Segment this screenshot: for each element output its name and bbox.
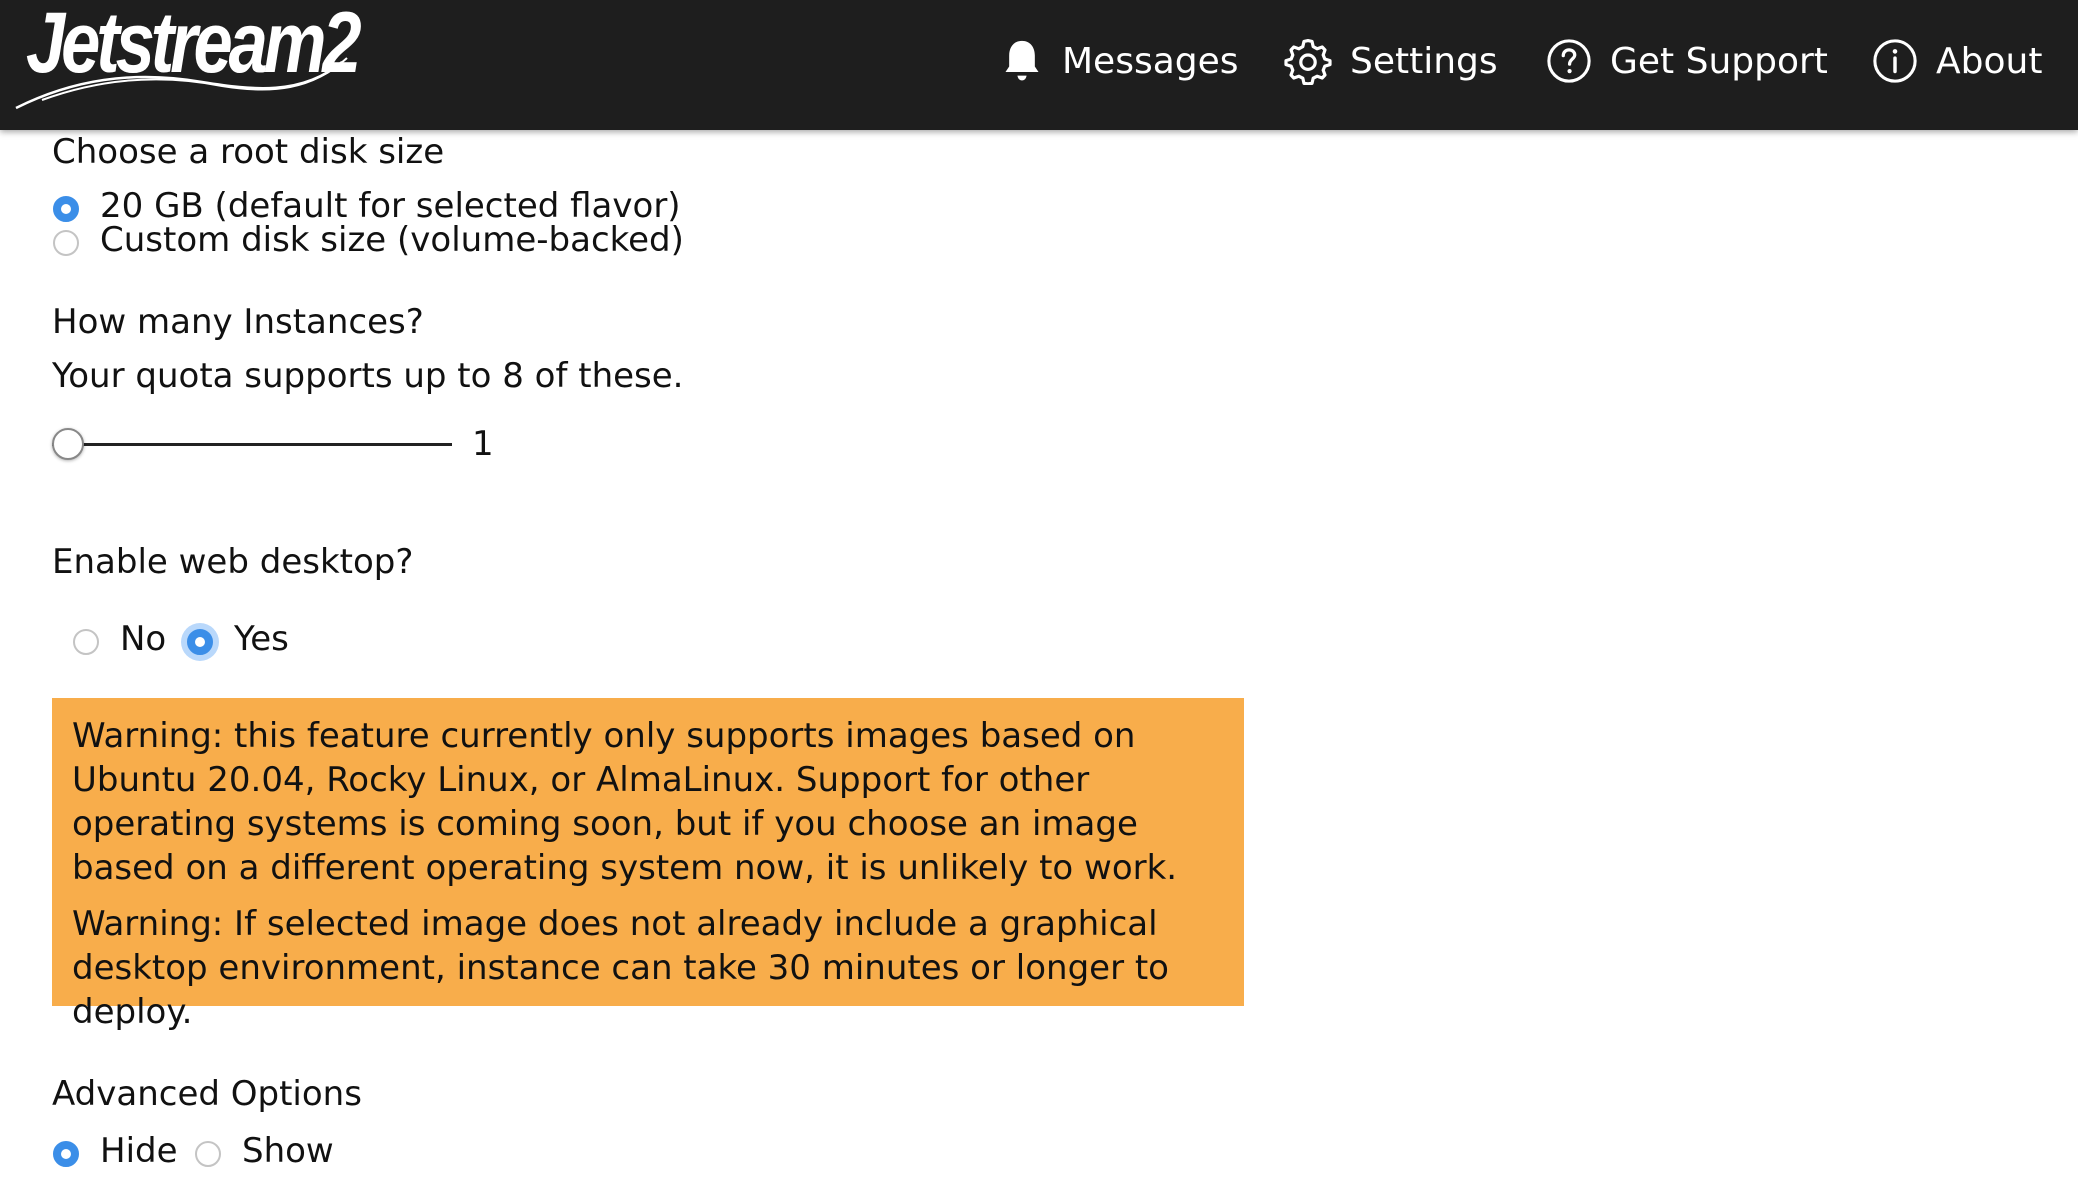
root-disk-custom-radio[interactable] bbox=[53, 230, 79, 256]
jetstream2-logo[interactable]: Jetstream2 bbox=[12, 0, 372, 115]
nav-get-support-label: Get Support bbox=[1610, 40, 1828, 82]
instances-title: How many Instances? bbox=[52, 302, 424, 342]
web-desktop-warning-box: Warning: this feature currently only sup… bbox=[52, 698, 1244, 1032]
instance-count-slider-track[interactable] bbox=[52, 443, 452, 446]
info-circle-icon bbox=[1873, 39, 1917, 83]
nav-get-support[interactable]: Get Support bbox=[1546, 34, 1828, 88]
warning-os-support: Warning: this feature currently only sup… bbox=[72, 716, 1178, 888]
root-disk-title: Choose a root disk size bbox=[52, 132, 445, 172]
advanced-show-label[interactable]: Show bbox=[242, 1131, 334, 1171]
advanced-hide-radio[interactable] bbox=[53, 1141, 79, 1167]
web-desktop-title: Enable web desktop? bbox=[52, 542, 414, 582]
advanced-show-radio[interactable] bbox=[195, 1141, 221, 1167]
nav-settings[interactable]: Settings bbox=[1284, 34, 1498, 88]
root-disk-default-radio[interactable] bbox=[53, 196, 79, 222]
instance-count-value: 1 bbox=[472, 424, 494, 464]
web-desktop-yes-radio[interactable] bbox=[187, 629, 213, 655]
quota-text: Your quota supports up to 8 of these. bbox=[52, 356, 684, 396]
logo-swoosh-icon bbox=[15, 57, 348, 110]
web-desktop-no-radio[interactable] bbox=[73, 629, 99, 655]
nav-messages-label: Messages bbox=[1062, 40, 1239, 82]
warning-deploy-time: Warning: If selected image does not alre… bbox=[72, 904, 1169, 1032]
nav-about[interactable]: About bbox=[1872, 34, 2042, 88]
gear-icon bbox=[1284, 39, 1332, 85]
bell-icon bbox=[1005, 40, 1039, 81]
help-circle-icon bbox=[1547, 39, 1591, 83]
advanced-hide-label[interactable]: Hide bbox=[100, 1131, 178, 1171]
root-disk-custom-label[interactable]: Custom disk size (volume-backed) bbox=[100, 220, 684, 260]
advanced-options-title: Advanced Options bbox=[52, 1074, 362, 1114]
nav-messages[interactable]: Messages bbox=[1000, 34, 1239, 88]
nav-about-label: About bbox=[1936, 40, 2043, 82]
top-navigation-bar: Jetstream2 Messages Settings Get Support bbox=[0, 0, 2078, 130]
instance-count-slider-thumb[interactable] bbox=[52, 428, 84, 460]
web-desktop-no-label[interactable]: No bbox=[120, 619, 166, 659]
nav-settings-label: Settings bbox=[1350, 40, 1498, 82]
web-desktop-yes-label[interactable]: Yes bbox=[234, 619, 289, 659]
